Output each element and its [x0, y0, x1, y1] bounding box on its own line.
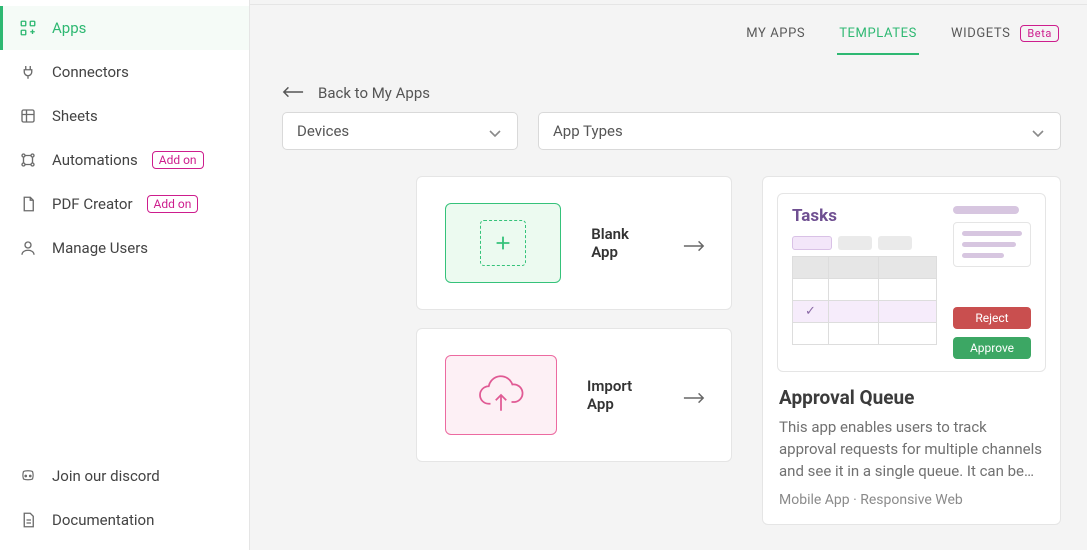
addon-badge: Add on: [147, 195, 199, 213]
cloud-upload-icon: [473, 373, 529, 417]
template-preview: Tasks ✓: [777, 193, 1046, 372]
sidebar-item-connectors[interactable]: Connectors: [0, 50, 249, 94]
placeholder-bar: [953, 206, 1019, 214]
approve-button: Approve: [953, 337, 1031, 359]
sidebar-item-automations[interactable]: Automations Add on: [0, 138, 249, 182]
main-area: MY APPS TEMPLATES WIDGETS Beta Back to M…: [250, 0, 1087, 550]
divider: [250, 4, 1087, 5]
apps-icon: [18, 18, 38, 38]
sidebar-item-label: Apps: [52, 19, 86, 37]
check-icon: ✓: [793, 304, 828, 319]
arrow-right-icon: [683, 237, 703, 249]
template-preview-title: Tasks: [792, 206, 937, 226]
beta-badge: Beta: [1020, 25, 1059, 42]
arrow-left-icon: [282, 84, 304, 102]
import-app-tile: [445, 355, 557, 435]
plug-icon: [18, 62, 38, 82]
import-app-label: Import App: [587, 377, 653, 413]
automations-icon: [18, 150, 38, 170]
tab-widgets-label: WIDGETS: [951, 26, 1011, 41]
header-tabs: MY APPS TEMPLATES WIDGETS Beta: [744, 18, 1061, 55]
app-types-label: App Types: [553, 122, 623, 140]
tab-templates[interactable]: TEMPLATES: [837, 18, 919, 55]
sidebar-item-label: Sheets: [52, 107, 98, 125]
app-types-select[interactable]: App Types: [538, 112, 1061, 150]
discord-icon: [18, 466, 38, 486]
addon-badge: Add on: [152, 151, 204, 169]
template-name: Approval Queue: [779, 386, 1044, 409]
sidebar-item-label: Join our discord: [52, 467, 160, 485]
template-preview-tabs: [792, 236, 937, 250]
import-app-card[interactable]: Import App: [416, 328, 732, 462]
devices-select[interactable]: Devices: [282, 112, 518, 150]
template-platforms: Mobile App · Responsive Web: [779, 492, 1044, 508]
arrow-right-icon: [683, 389, 703, 401]
tab-my-apps[interactable]: MY APPS: [744, 18, 807, 55]
document-icon: [18, 510, 38, 530]
template-description: This app enables users to track approval…: [779, 417, 1044, 482]
template-card-approval-queue[interactable]: Tasks ✓: [762, 176, 1061, 525]
content-area: Blank App Import App: [416, 176, 1061, 550]
reject-button: Reject: [953, 307, 1031, 329]
sidebar-item-sheets[interactable]: Sheets: [0, 94, 249, 138]
sheets-icon: [18, 106, 38, 126]
sidebar-item-label: Manage Users: [52, 239, 148, 257]
placeholder-lines: [953, 222, 1031, 267]
back-label: Back to My Apps: [318, 84, 430, 102]
back-to-my-apps[interactable]: Back to My Apps: [282, 84, 430, 102]
tab-widgets[interactable]: WIDGETS Beta: [949, 18, 1061, 55]
template-preview-table: ✓: [792, 256, 937, 345]
pdf-icon: [18, 194, 38, 214]
sidebar-item-label: Automations: [52, 151, 138, 169]
blank-app-label: Blank App: [591, 225, 653, 261]
blank-app-card[interactable]: Blank App: [416, 176, 732, 310]
user-icon: [18, 238, 38, 258]
sidebar-item-apps[interactable]: Apps: [0, 6, 249, 50]
devices-label: Devices: [297, 122, 349, 140]
sidebar-item-documentation[interactable]: Documentation: [0, 498, 249, 542]
sidebar-item-label: Documentation: [52, 511, 154, 529]
chevron-down-icon: [1032, 124, 1046, 138]
sidebar-item-label: PDF Creator: [52, 195, 133, 213]
blank-app-tile: [445, 203, 561, 283]
sidebar-item-discord[interactable]: Join our discord: [0, 454, 249, 498]
plus-dashed-icon: [480, 220, 526, 266]
sidebar-item-label: Connectors: [52, 63, 129, 81]
chevron-down-icon: [489, 124, 503, 138]
sidebar-item-manage-users[interactable]: Manage Users: [0, 226, 249, 270]
sidebar: Apps Connectors Sheets Automations Add: [0, 0, 250, 550]
sidebar-item-pdf-creator[interactable]: PDF Creator Add on: [0, 182, 249, 226]
filter-row: Devices App Types: [282, 112, 1061, 150]
